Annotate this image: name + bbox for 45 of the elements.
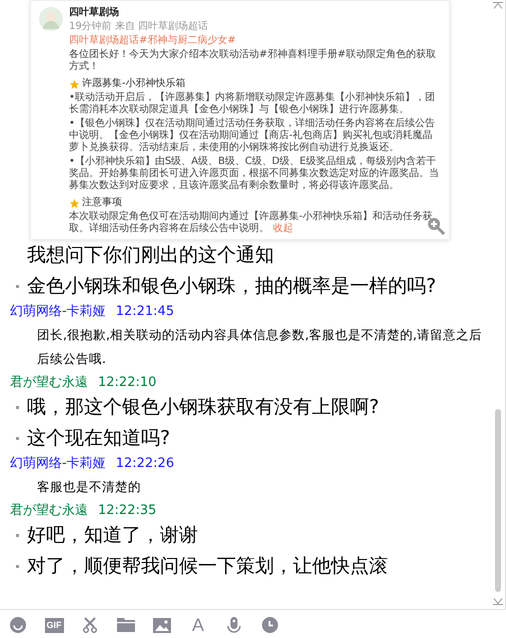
scroll-bottom-icon[interactable]: [493, 598, 503, 605]
message-text: 金色小钢珠和银色小钢珠，抽的概率是一样的吗?: [27, 274, 436, 299]
message-text: 这个现在知道吗?: [27, 426, 170, 451]
post-paragraph: •【小邪神快乐箱】由S级、A级、B级、C级、D级、E级奖品组成，每级别内含若干奖品。开始募集前团长可进入许愿页面，根据不同募集次数选定对应的许愿奖品。当募集次数达到对应要求，且该许愿奖品有剩余数量时，将必得该许愿奖品。: [69, 156, 439, 192]
sender-name: 君が望む永遠: [10, 502, 88, 520]
post-tags[interactable]: 四叶草剧场超话#邪神与厨二病少女#: [69, 35, 439, 47]
message-text: 我想问下你们刚出的这个通知: [27, 243, 274, 268]
sender-name: 幻萌网络-卡莉娅: [10, 455, 106, 473]
folder-button[interactable]: [116, 616, 136, 634]
avatar-icon: [39, 7, 63, 31]
smiley-icon: [10, 617, 26, 633]
post-meta: 19分钟前 来自 四叶草剧场超话: [69, 21, 210, 33]
message-time: 12:22:35: [98, 502, 156, 520]
font-button[interactable]: A: [188, 616, 208, 634]
section-heading: 注意事项: [82, 197, 122, 209]
message-text: 哦，那这个银色小钢珠获取有没有上限啊?: [27, 395, 380, 420]
clock-button[interactable]: [260, 616, 280, 634]
scissors-button[interactable]: [80, 616, 100, 634]
message-time: 12:22:10: [98, 374, 156, 392]
gif-button[interactable]: GIF: [44, 616, 64, 634]
clock-icon: [262, 617, 278, 633]
post-paragraph: •联动活动开启后，【许愿募集】内将新增联动限定许愿募集【小邪神快乐箱】，团长需消耗本次联动限定道具【金色小钢珠】与【银色小钢珠】进行许愿募集。: [69, 92, 436, 116]
message-text: 客服也是不清楚的: [37, 478, 141, 496]
post-intro: 各位团长好！今天为大家介绍本次联动活动#邪神喜料理手册#联动限定角色的获取方式！: [69, 49, 437, 73]
star-icon: [69, 198, 80, 208]
message-time: 12:22:26: [116, 455, 174, 473]
scroll-top-icon[interactable]: [493, 2, 503, 9]
star-icon: [69, 78, 80, 90]
emoji-button[interactable]: [8, 616, 28, 634]
message-text: 对了，顺便帮我问候一下策划，让他快点滚: [27, 554, 388, 579]
sender-name: 君が望む永遠: [10, 374, 88, 392]
message-time: 12:21:45: [116, 303, 174, 321]
collapse-link[interactable]: 收起: [273, 223, 293, 234]
post-paragraph: •【银色小钢珠】仅在活动期间通过活动任务获取，详细活动任务内容将在后续公告中说明。【金色小钢珠】仅在活动期间通过【商店-礼包商店】购买礼包或消耗魔晶萝卜兑换获得。活动结束后，未使用的小钢珠将按比例自动进行兑换返还。: [69, 118, 436, 154]
message-text: 团长,很抱歉,相关联动的活动内容具体信息参数,客服也是不清楚的,请留意之后后续公告哦.: [37, 326, 483, 368]
scissors-icon: [82, 617, 98, 633]
microphone-icon: [226, 617, 242, 633]
image-button[interactable]: [152, 616, 172, 634]
scrollbar-thumb[interactable]: [495, 409, 501, 592]
message-text: 好吧，知道了，谢谢: [27, 523, 198, 548]
image-icon: [153, 618, 171, 632]
section-heading: 许愿募集-小邪神快乐箱: [82, 78, 186, 90]
folder-icon: [117, 618, 135, 632]
sender-name: 幻萌网络-卡莉娅: [10, 303, 106, 321]
post-author: 四叶草剧场: [69, 7, 120, 19]
